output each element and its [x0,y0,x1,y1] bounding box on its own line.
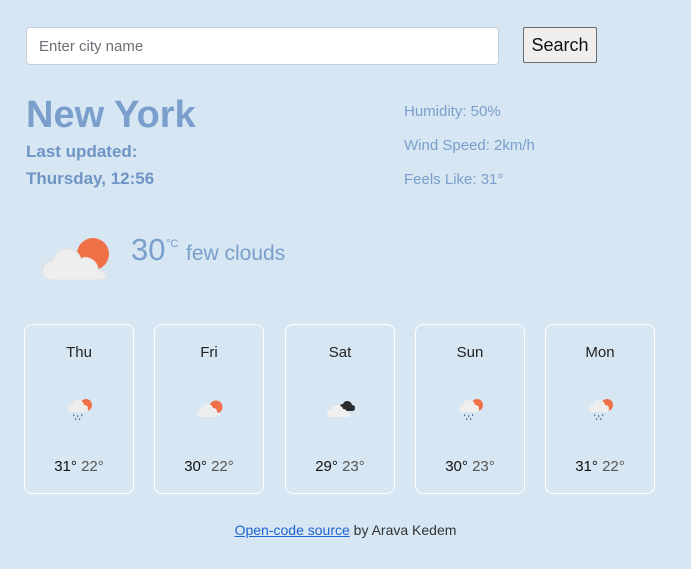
search-button[interactable]: Search [523,27,597,63]
forecast-card: Sat 29° 23° [285,324,395,494]
feels-like-text: Feels Like: 31° [404,171,504,188]
forecast-temps: 31° 22° [546,458,654,475]
last-updated-value: Thursday, 12:56 [26,169,155,188]
last-updated: Last updated: Thursday, 12:56 [26,138,154,192]
forecast-low: 22° [81,458,104,475]
temperature-unit: °C [166,238,179,250]
footer: Open-code source by Arava Kedem [0,522,691,538]
forecast-row: Thu 31° 22° Fri 30° 22° Sat 29° 23° Sun … [24,324,656,494]
city-search-input[interactable] [26,27,499,65]
forecast-temps: 29° 23° [286,458,394,475]
forecast-card: Thu 31° 22° [24,324,134,494]
source-code-link[interactable]: Open-code source [235,522,350,538]
dark-clouds-icon [327,401,355,417]
forecast-day: Sat [328,344,352,361]
forecast-high: 30° [184,458,207,475]
humidity-text: Humidity: 50% [404,103,501,120]
forecast-temps: 30° 23° [416,458,524,475]
forecast-high: 30° [445,458,468,475]
forecast-low: 23° [342,458,365,475]
current-temperature: 30 [131,232,166,267]
forecast-high: 31° [575,458,598,475]
forecast-card: Mon 31° 22° [545,324,655,494]
forecast-card: Fri 30° 22° [154,324,264,494]
wind-speed-text: Wind Speed: 2km/h [404,137,535,154]
rain-sun-icon [458,399,483,421]
forecast-low: 22° [211,458,234,475]
forecast-day: Thu [66,344,92,361]
weather-details: Humidity: 50% Wind Speed: 2km/h Feels Li… [404,101,535,203]
few-clouds-day-icon [42,238,109,281]
forecast-card: Sun 30° 23° [415,324,525,494]
forecast-temps: 30° 22° [155,458,263,475]
forecast-high: 31° [54,458,77,475]
forecast-low: 22° [602,458,625,475]
forecast-day: Fri [200,344,218,361]
forecast-day: Mon [585,344,615,361]
city-name: New York [26,94,196,136]
rain-sun-icon [67,399,92,421]
rain-sun-icon [588,399,613,421]
cloud-sun-icon [196,400,223,417]
footer-credit: by Arava Kedem [349,522,457,538]
forecast-temps: 31° 22° [25,458,133,475]
last-updated-label: Last updated: [26,142,138,161]
weather-description: few clouds [186,242,286,265]
forecast-low: 23° [472,458,495,475]
forecast-day: Sun [456,344,484,361]
forecast-high: 29° [315,458,338,475]
